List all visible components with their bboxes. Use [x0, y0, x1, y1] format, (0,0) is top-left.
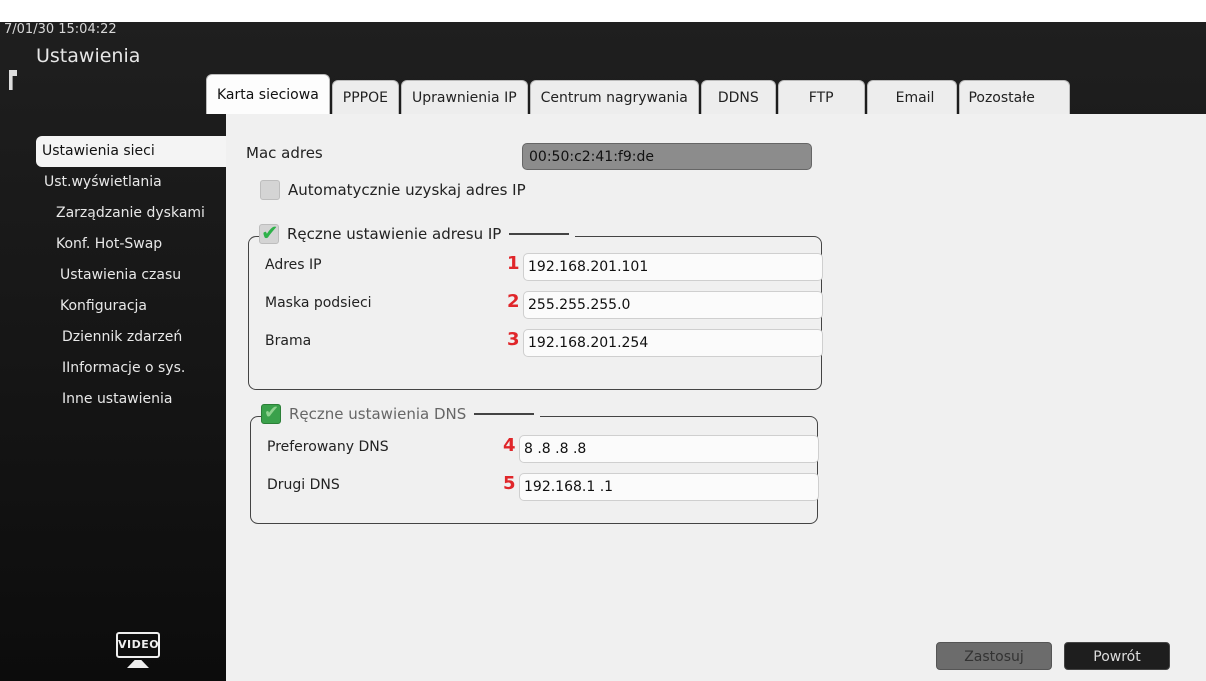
auto-ip-label: Automatycznie uzyskaj adres IP — [288, 181, 526, 199]
manual-dns-legend: Ręczne ustawienia DNS — [261, 402, 541, 424]
manual-dns-label: Ręczne ustawienia DNS — [289, 405, 467, 423]
gateway-input[interactable]: 192.168.201.254 — [523, 329, 823, 357]
monitor-stand-icon — [127, 660, 149, 668]
primary-dns-label: Preferowany DNS — [267, 439, 389, 455]
ip-address-input[interactable]: 192.168.201.101 — [523, 253, 823, 281]
sidebar-item-ust-wyswietlania[interactable]: Ust.wyświetlania — [36, 167, 226, 198]
tab-karta-sieciowa[interactable]: Karta sieciowa — [206, 74, 330, 114]
marker-2: 2 — [507, 291, 520, 312]
secondary-dns-label: Drugi DNS — [267, 477, 340, 493]
tab-email[interactable]: Email — [866, 80, 958, 114]
tab-ftp[interactable]: FTP — [777, 80, 865, 114]
auto-ip-checkbox[interactable] — [260, 180, 280, 200]
manual-ip-label: Ręczne ustawienie adresu IP — [287, 225, 502, 243]
sidebar-item-ustawienia-czasu[interactable]: Ustawienia czasu — [36, 260, 226, 291]
sidebar-item-konf-hot-swap[interactable]: Konf. Hot-Swap — [36, 229, 226, 260]
sidebar-item-zarzadzanie-dyskami[interactable]: Zarządzanie dyskami — [36, 198, 226, 229]
tab-uprawnienia-ip[interactable]: Uprawnienia IP — [400, 80, 528, 114]
apply-button[interactable]: Zastosuj — [936, 642, 1052, 670]
tab-bar: Karta sieciowa PPPOE Uprawnienia IP Cent… — [206, 74, 1072, 114]
marker-3: 3 — [507, 329, 520, 350]
subnet-mask-input[interactable]: 255.255.255.0 — [523, 291, 823, 319]
manual-ip-legend: Ręczne ustawienie adresu IP — [259, 221, 576, 245]
sidebar-item-inne-ustawienia[interactable]: Inne ustawienia — [36, 384, 226, 415]
ip-row-label: Adres IP — [265, 257, 322, 273]
video-logo-text: VIDEO — [116, 632, 160, 658]
mask-row-label: Maska podsieci — [265, 295, 372, 311]
tab-pozostale[interactable]: Pozostałe — [959, 80, 1070, 114]
sidebar-item-konfiguracja[interactable]: Konfiguracja — [36, 291, 226, 322]
legend-line — [509, 233, 570, 235]
secondary-dns-input[interactable]: 192.168.1 .1 — [519, 473, 819, 501]
page-title: Ustawienia — [36, 45, 141, 67]
marker-1: 1 — [507, 253, 520, 274]
datetime-display: 7/01/30 15:04:22 — [4, 22, 117, 37]
back-button[interactable]: Powrót — [1064, 642, 1170, 670]
manual-dns-checkbox[interactable] — [261, 402, 281, 424]
primary-dns-input[interactable]: 8 .8 .8 .8 — [519, 435, 819, 463]
video-logo: VIDEO — [116, 632, 160, 672]
marker-5: 5 — [503, 473, 516, 494]
mac-address-field: 00:50:c2:41:f9:de — [522, 143, 812, 170]
manual-ip-checkbox[interactable] — [259, 221, 279, 245]
sidebar: Ustawienia sieci Ust.wyświetlania Zarząd… — [36, 136, 236, 415]
manual-ip-group: Ręczne ustawienie adresu IP Adres IP 1 1… — [248, 221, 823, 390]
sidebar-item-dziennik-zdarzen[interactable]: Dziennik zdarzeń — [36, 322, 226, 353]
gateway-row-label: Brama — [265, 333, 312, 349]
tab-ddns[interactable]: DDNS — [700, 80, 776, 114]
tab-pppoe[interactable]: PPPOE — [331, 80, 399, 114]
mac-label: Mac adres — [246, 144, 323, 162]
auto-ip-row[interactable]: Automatycznie uzyskaj adres IP — [260, 180, 526, 200]
legend-line — [474, 413, 535, 415]
settings-panel: Mac adres 00:50:c2:41:f9:de Automatyczni… — [226, 114, 1206, 681]
sidebar-item-ustawienia-sieci[interactable]: Ustawienia sieci — [36, 136, 236, 167]
tab-centrum-nagrywania[interactable]: Centrum nagrywania — [529, 80, 699, 114]
top-white-strip — [0, 0, 1206, 22]
manual-dns-group: Ręczne ustawienia DNS Preferowany DNS 4 … — [250, 402, 819, 524]
sidebar-item-informacje-o-sys[interactable]: IInformacje o sys. — [36, 353, 226, 384]
marker-4: 4 — [503, 435, 516, 456]
